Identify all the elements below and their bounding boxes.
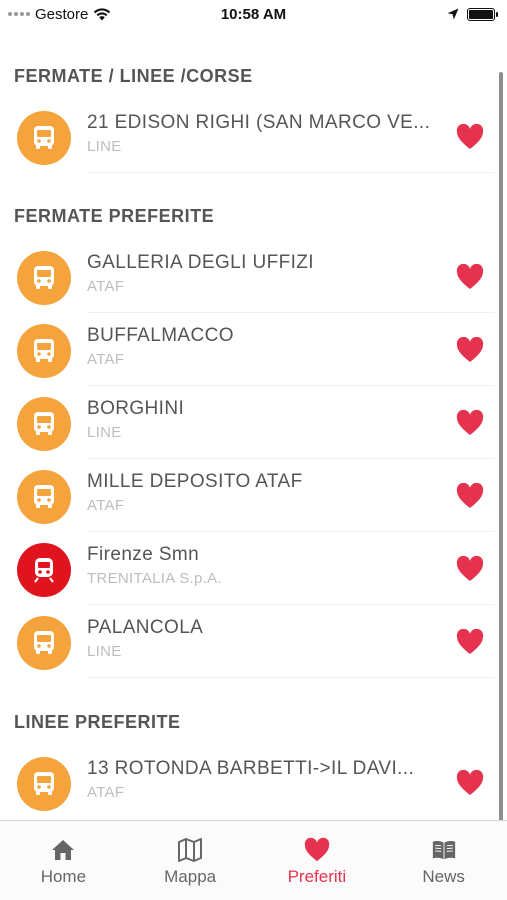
list-item[interactable]: BORGHINI LINE [0, 386, 495, 459]
bus-icon [17, 616, 71, 670]
item-title: MILLE DEPOSITO ATAF [87, 471, 303, 492]
item-subtitle: LINE [87, 138, 122, 155]
favorite-heart-icon[interactable] [456, 337, 484, 363]
status-right [447, 7, 498, 21]
tab-label: Mappa [164, 867, 217, 886]
item-subtitle: ATAF [87, 351, 125, 368]
item-title: PALANCOLA [87, 617, 204, 638]
bus-icon [17, 757, 71, 811]
list-item[interactable]: MILLE DEPOSITO ATAF ATAF [0, 459, 495, 532]
section-title-favorite-lines: LINEE PREFERITE [14, 712, 181, 732]
status-left: Gestore [8, 6, 111, 23]
bus-icon [17, 470, 71, 524]
divider [87, 172, 495, 173]
favorite-heart-icon[interactable] [456, 770, 484, 796]
favorite-heart-icon[interactable] [456, 483, 484, 509]
section-title-lines-trips: FERMATE / LINEE /CORSE [14, 66, 253, 86]
carrier-name: Gestore [35, 5, 89, 23]
train-icon [17, 543, 71, 597]
bus-icon [17, 251, 71, 305]
tab-label: Home [40, 867, 87, 886]
map-icon [178, 838, 203, 862]
section-title-favorite-stops: FERMATE PREFERITE [14, 206, 215, 226]
tab-label: Preferiti [287, 867, 347, 886]
tab-mappa[interactable]: Mappa [127, 821, 254, 900]
list-item[interactable]: BUFFALMACCO ATAF [0, 313, 495, 386]
item-title: BUFFALMACCO [87, 325, 234, 346]
divider [87, 677, 495, 678]
list-item[interactable]: 21 EDISON RIGHI (SAN MARCO VE... LINE [0, 100, 495, 173]
item-title: 13 ROTONDA BARBETTI->IL DAVI... [87, 758, 415, 779]
wifi-icon [94, 7, 111, 20]
item-subtitle: LINE [87, 424, 122, 441]
list-item[interactable]: PALANCOLA LINE [0, 605, 495, 678]
battery-icon [467, 7, 498, 21]
favorites-list[interactable]: FERMATE / LINEE /CORSE 21 EDISON RIGHI (… [0, 28, 507, 820]
list-item[interactable]: GALLERIA DEGLI UFFIZI ATAF [0, 240, 495, 313]
location-arrow-icon [447, 8, 459, 20]
bus-icon [17, 397, 71, 451]
item-subtitle: TRENITALIA S.p.A. [87, 570, 222, 587]
tab-label: News [422, 867, 465, 886]
tab-news[interactable]: News [380, 821, 507, 900]
item-title: Firenze Smn [87, 544, 200, 565]
list-item[interactable]: 13 ROTONDA BARBETTI->IL DAVI... ATAF [0, 746, 495, 819]
item-title: GALLERIA DEGLI UFFIZI [87, 252, 314, 273]
status-bar: Gestore 10:58 AM [0, 0, 507, 28]
item-subtitle: LINE [87, 643, 122, 660]
favorite-heart-icon[interactable] [456, 264, 484, 290]
scrollbar[interactable] [499, 72, 503, 820]
favorite-heart-icon[interactable] [456, 410, 484, 436]
item-title: 21 EDISON RIGHI (SAN MARCO VE... [87, 112, 431, 133]
heart-icon [304, 837, 330, 862]
favorite-heart-icon[interactable] [456, 556, 484, 582]
bus-icon [17, 111, 71, 165]
item-subtitle: ATAF [87, 278, 125, 295]
tab-preferiti[interactable]: Preferiti [254, 821, 381, 900]
book-icon [432, 841, 455, 860]
tab-home[interactable]: Home [0, 821, 127, 900]
signal-icon [8, 12, 30, 16]
item-title: BORGHINI [87, 398, 185, 419]
favorite-heart-icon[interactable] [456, 629, 484, 655]
list-item[interactable]: Firenze Smn TRENITALIA S.p.A. [0, 532, 495, 605]
bus-icon [17, 324, 71, 378]
tab-bar: Home Mappa Preferiti News [0, 820, 507, 900]
home-icon [52, 840, 75, 860]
favorite-heart-icon[interactable] [456, 124, 484, 150]
item-subtitle: ATAF [87, 784, 125, 801]
item-subtitle: ATAF [87, 497, 125, 514]
